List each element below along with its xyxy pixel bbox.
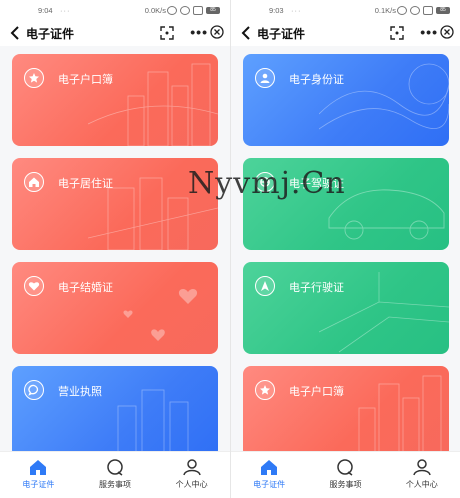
- alarm-icon: [410, 5, 420, 15]
- tab-label: 电子证件: [253, 480, 286, 489]
- status-dots: ···: [60, 5, 71, 15]
- card-household-register[interactable]: 电子户口簿: [12, 54, 218, 146]
- back-arrow-icon[interactable]: [8, 24, 24, 42]
- signal-icon: [423, 5, 433, 15]
- card-vehicle-license[interactable]: 电子行驶证: [243, 262, 449, 354]
- service-icon: [337, 459, 354, 476]
- signal-icon: [193, 5, 203, 15]
- status-time: 9:03: [269, 5, 284, 15]
- home-icon: [30, 460, 47, 475]
- status-icons: 85: [167, 5, 220, 15]
- bottom-tab-bar: 电子证件 服务事项 个人中心: [231, 451, 460, 498]
- card-marriage-certificate[interactable]: 电子结婚证: [12, 262, 218, 354]
- left-phone-screen: 9:04 ··· 0.0K/s 85 电子证件 ••• 电子户口簿 电子居住证 …: [0, 0, 230, 498]
- battery-icon: 85: [436, 6, 450, 14]
- home-icon: [261, 460, 278, 475]
- close-icon[interactable]: [440, 25, 454, 39]
- house-icon: [24, 172, 44, 192]
- card-household-register[interactable]: 电子户口簿: [243, 366, 449, 458]
- tab-personal-center[interactable]: 个人中心: [384, 452, 460, 498]
- tab-services[interactable]: 服务事项: [77, 452, 154, 498]
- tab-documents[interactable]: 电子证件: [0, 452, 77, 498]
- star-badge-icon: [24, 68, 44, 88]
- card-label: 电子结婚证: [58, 282, 113, 294]
- card-label: 电子身份证: [289, 74, 344, 86]
- chat-bubble-icon: [24, 380, 44, 400]
- scan-icon[interactable]: [390, 26, 404, 40]
- page-title: 电子证件: [26, 26, 75, 41]
- status-icons: 85: [397, 5, 450, 15]
- tab-label: 服务事项: [329, 480, 362, 489]
- back-arrow-icon[interactable]: [239, 24, 255, 42]
- tab-documents[interactable]: 电子证件: [231, 452, 307, 498]
- person-icon: [255, 68, 275, 88]
- network-speed: 0.0K/s: [144, 5, 166, 15]
- user-icon: [413, 459, 431, 476]
- scan-icon[interactable]: [160, 26, 174, 40]
- city-decoration: [88, 63, 218, 146]
- top-nav-bar: 电子证件 •••: [231, 20, 460, 46]
- tab-label: 个人中心: [175, 480, 208, 489]
- star-badge-icon: [255, 380, 275, 400]
- tab-personal-center[interactable]: 个人中心: [153, 452, 230, 498]
- road-decoration: [319, 272, 449, 353]
- wave-decoration: [319, 63, 449, 130]
- tab-services[interactable]: 服务事项: [307, 452, 383, 498]
- card-label: 电子户口簿: [58, 74, 113, 86]
- battery-icon: 85: [206, 6, 220, 14]
- city-decoration: [358, 375, 442, 458]
- alarm-icon: [180, 5, 190, 15]
- card-identity-card[interactable]: 电子身份证: [243, 54, 449, 146]
- service-icon: [107, 459, 123, 476]
- bottom-tab-bar: 电子证件 服务事项 个人中心: [0, 451, 230, 498]
- card-label: 营业执照: [58, 386, 102, 398]
- right-phone-screen: 9:03 ··· 0.1K/s 85 电子证件 ••• 电子身份证 电子驾驶证 …: [230, 0, 460, 498]
- top-nav-bar: 电子证件 •••: [0, 20, 230, 46]
- city-decoration: [117, 389, 189, 458]
- heart-icon: [24, 276, 44, 296]
- more-options-button[interactable]: •••: [190, 24, 208, 40]
- tab-label: 个人中心: [405, 480, 438, 489]
- card-label: 电子居住证: [58, 178, 113, 190]
- card-label: 电子户口簿: [289, 386, 344, 398]
- status-dots: ···: [291, 5, 302, 15]
- bluetooth-icon: [397, 5, 407, 15]
- card-label: 电子行驶证: [289, 282, 344, 294]
- status-bar: 9:03 ··· 0.1K/s 85: [231, 0, 460, 20]
- user-icon: [182, 459, 201, 476]
- status-time: 9:04: [38, 5, 53, 15]
- watermark-text: Nyvmj.Cn: [188, 166, 346, 201]
- status-bar: 9:04 ··· 0.0K/s 85: [0, 0, 230, 20]
- more-options-button[interactable]: •••: [420, 24, 438, 40]
- page-title: 电子证件: [257, 26, 306, 41]
- tab-label: 电子证件: [22, 480, 55, 489]
- hearts-decoration: [123, 289, 198, 341]
- tab-label: 服务事项: [99, 480, 131, 489]
- close-icon[interactable]: [210, 25, 224, 39]
- network-speed: 0.1K/s: [374, 5, 396, 15]
- bluetooth-icon: [167, 5, 177, 15]
- navigation-arrow-icon: [255, 276, 275, 296]
- card-business-license[interactable]: 营业执照: [12, 366, 218, 458]
